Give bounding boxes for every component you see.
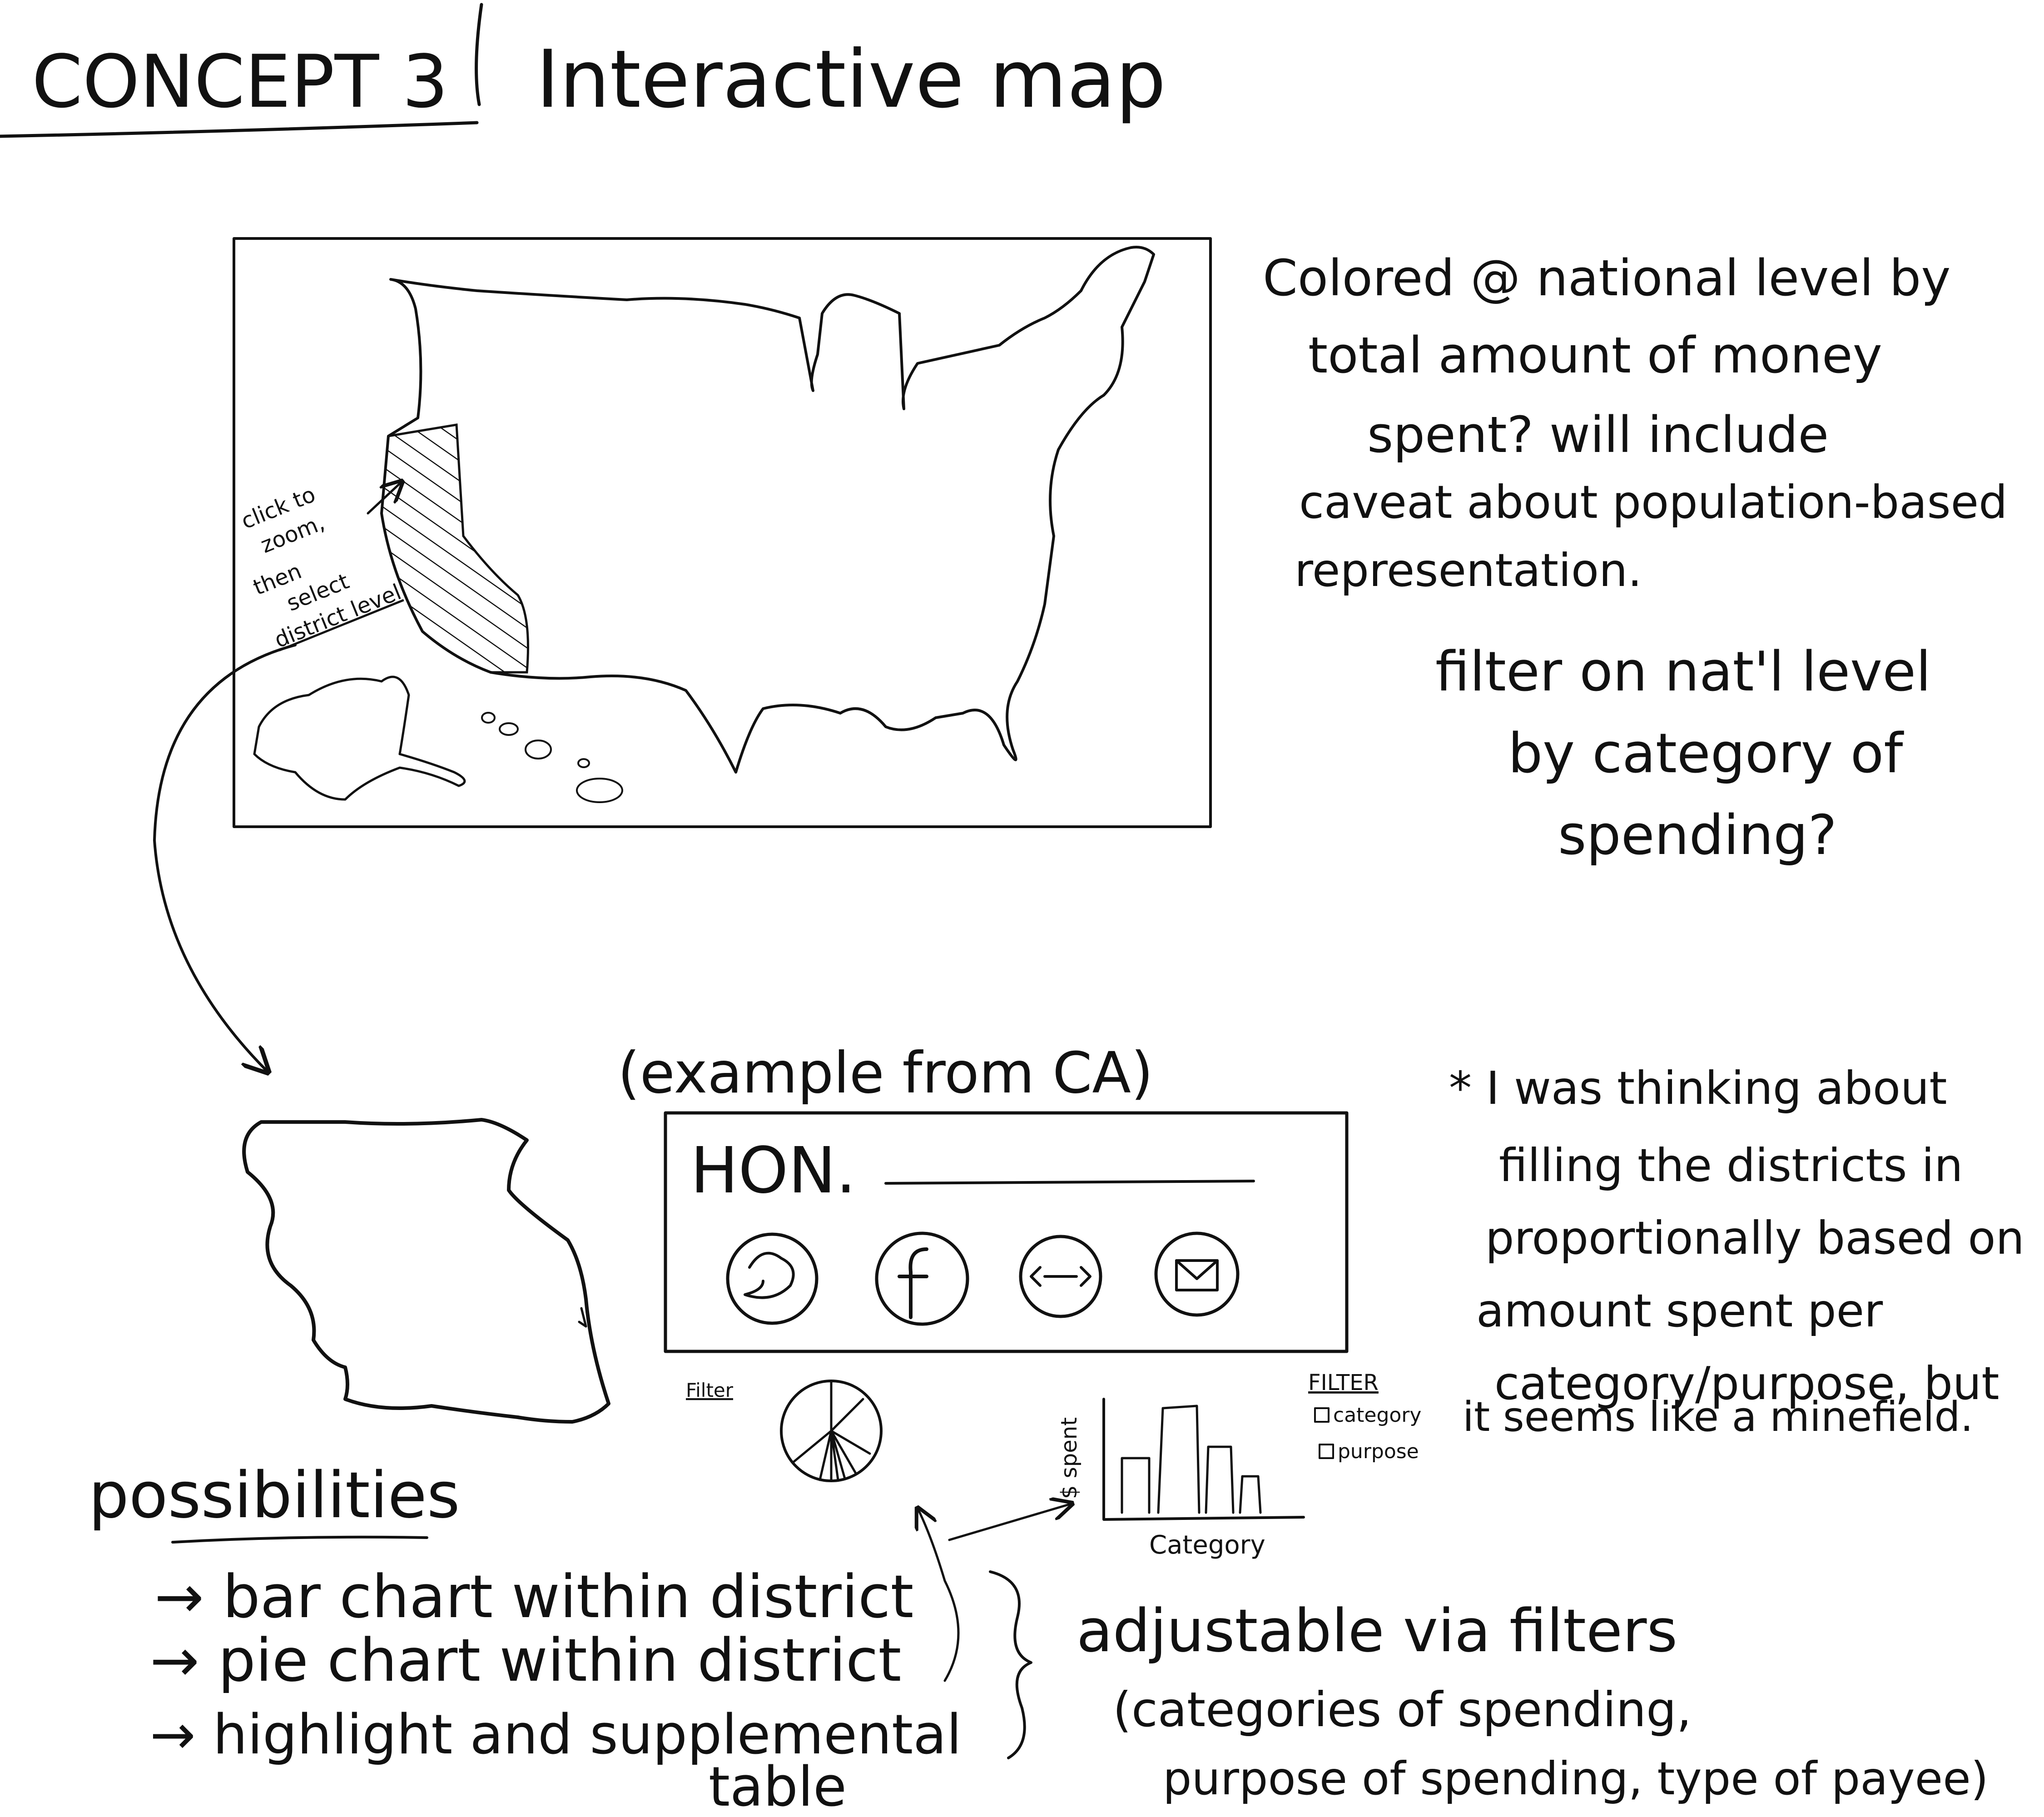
possibility-item-3-continued: table (709, 1756, 847, 1817)
representative-card: HON. (664, 1111, 1349, 1353)
arrow-to-bar-chart (948, 1504, 1072, 1541)
pie-filter-label[interactable]: Filter (686, 1379, 734, 1401)
alaska-outline (253, 675, 466, 801)
arrow-to-pie-chart (918, 1508, 960, 1682)
us-outline (380, 246, 1155, 774)
possibilities-underline (171, 1535, 428, 1544)
right-notes: Colored @ national level by total amount… (1263, 249, 2008, 867)
header-underline (0, 121, 479, 138)
hawaii-island-1 (481, 712, 496, 724)
possibility-item-1: → bar chart within district (154, 1562, 913, 1631)
page-title: Interactive map (536, 34, 1166, 126)
bar-chart[interactable]: $ spent Category (1057, 1398, 1305, 1560)
link-icon[interactable] (1019, 1235, 1102, 1318)
header-divider (475, 3, 483, 106)
note-line-3: spent? will include (1367, 406, 1829, 464)
star-note: * I was thinking about filling the distr… (1449, 1062, 2024, 1441)
note-line-2: total amount of money (1308, 326, 1882, 384)
bar-ylabel: $ spent (1057, 1417, 1082, 1499)
grouping-brace (989, 1570, 1032, 1759)
hawaii-island-4 (577, 758, 590, 768)
example-label: (example from CA) (618, 1040, 1153, 1106)
map-border (233, 237, 1212, 828)
hawaii-island-2 (499, 722, 519, 736)
map-annotation: click to zoom, then select district leve… (238, 482, 405, 653)
filter-note-line-1: filter on nat'l level (1435, 640, 1931, 704)
note-line-1: Colored @ national level by (1263, 249, 1950, 307)
adjustable-line-3: purpose of spending, type of payee) (1163, 1752, 1989, 1805)
hawaii-island-3 (525, 740, 552, 760)
facebook-icon[interactable] (875, 1231, 969, 1326)
filter-note-line-2: by category of (1508, 722, 1904, 785)
concept-label: CONCEPT 3 (32, 39, 448, 124)
filter-note-line-3: spending? (1558, 804, 1837, 867)
note-line-5: representation. (1295, 544, 1642, 597)
district-small-marker (578, 1307, 587, 1328)
possibility-item-2: → pie chart within district (150, 1626, 901, 1695)
sketch-canvas: CONCEPT 3 Interactive map click to zoom,… (0, 3, 2024, 1817)
hawaii-island-5 (576, 778, 623, 803)
card-name-line (884, 1180, 1255, 1185)
card-title: HON. (690, 1134, 856, 1208)
filter-checkbox-category[interactable] (1314, 1407, 1330, 1423)
pie-slice-lines (791, 1380, 871, 1482)
filter-option-purpose: purpose (1338, 1440, 1419, 1463)
mail-icon[interactable] (1154, 1231, 1240, 1317)
star-note-line-6: it seems like a minefield. (1463, 1393, 1973, 1441)
star-note-line-1: * I was thinking about (1449, 1062, 1947, 1115)
note-line-4: caveat about population-based (1299, 476, 2008, 529)
bar-2 (1157, 1405, 1201, 1514)
bar-3 (1205, 1445, 1235, 1514)
star-note-line-2: filling the districts in (1499, 1139, 1963, 1192)
filter-checkbox-purpose[interactable] (1319, 1444, 1334, 1459)
adjustable-line-2: (categories of spending, (1113, 1682, 1692, 1738)
adjustable-line-1: adjustable via filters (1077, 1596, 1677, 1665)
filter-panel: FILTER category purpose (1308, 1370, 1421, 1463)
california-selected[interactable] (380, 423, 529, 674)
us-map-frame[interactable] (233, 237, 1212, 828)
district-outline[interactable] (242, 1118, 610, 1424)
bar-xlabel: Category (1149, 1530, 1265, 1560)
pie-chart[interactable] (780, 1380, 883, 1482)
twitter-bird-icon[interactable] (726, 1232, 819, 1325)
star-note-line-4: amount spent per (1476, 1284, 1883, 1337)
possibilities-heading: possibilities (89, 1459, 460, 1533)
bar-1 (1121, 1457, 1151, 1514)
star-note-line-3: proportionally based on (1485, 1211, 2024, 1265)
filter-option-category: category (1333, 1404, 1421, 1427)
filter-title: FILTER (1308, 1370, 1379, 1395)
bar-4 (1239, 1475, 1262, 1514)
